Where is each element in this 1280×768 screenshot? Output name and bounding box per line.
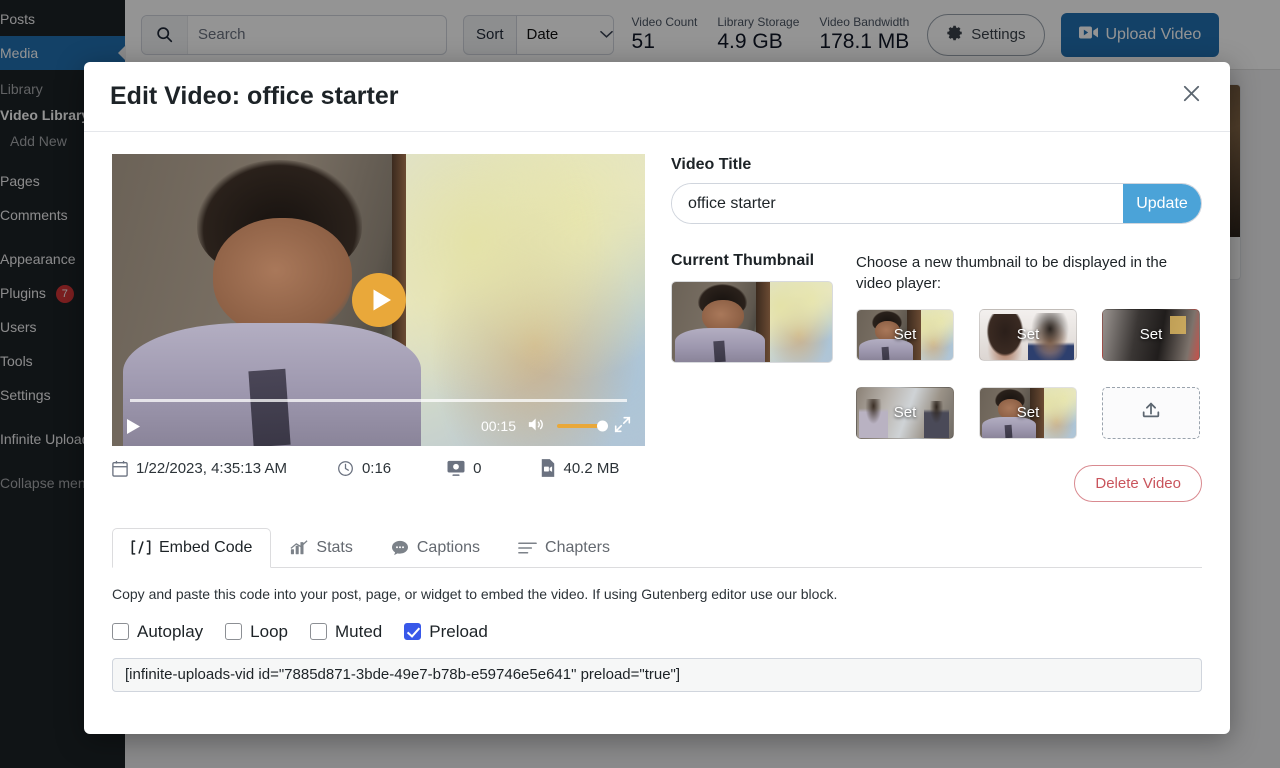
modal-header: Edit Video: office starter xyxy=(84,62,1230,132)
set-thumbnail-label: Set xyxy=(893,326,917,344)
video-date-value: 1/22/2023, 4:35:13 AM xyxy=(136,459,287,477)
play-circle-icon[interactable] xyxy=(351,273,406,327)
video-duration: 0:16 xyxy=(337,460,391,477)
autoplay-label: Autoplay xyxy=(137,621,204,641)
shortcode-field[interactable]: [infinite-uploads-vid id="7885d871-3bde-… xyxy=(112,657,1202,692)
muted-label: Muted xyxy=(335,621,383,641)
video-info-row: 1/22/2023, 4:35:13 AM 0:16 0 40.2 MB xyxy=(112,459,645,477)
page-title: Edit Video: office starter xyxy=(110,82,399,110)
thumbnail-option[interactable]: Set xyxy=(1102,308,1200,361)
code-icon xyxy=(131,540,151,555)
modal-body: 00:15 1/22/2023, 4:35:13 AM 0:16 0 40.2 … xyxy=(84,132,1230,734)
play-icon[interactable] xyxy=(126,418,141,435)
modal-tabs: Embed Code Stats Captions Chapters xyxy=(112,527,1202,568)
video-title-row: Update xyxy=(671,183,1202,224)
video-duration-value: 0:16 xyxy=(361,459,392,477)
muted-checkbox[interactable] xyxy=(310,623,327,641)
current-time: 00:15 xyxy=(480,418,516,434)
choose-thumbnail-column: Choose a new thumbnail to be displayed i… xyxy=(856,252,1202,439)
autoplay-checkbox[interactable] xyxy=(112,623,129,641)
thumbnail-section: Current Thumbnail Choose a new thumbnail… xyxy=(671,252,1202,439)
update-button[interactable]: Update xyxy=(1123,184,1201,223)
tab-stats[interactable]: Stats xyxy=(271,528,371,568)
file-video-icon xyxy=(540,459,556,477)
embed-options-row: Autoplay Loop Muted Preload xyxy=(112,622,1202,642)
set-thumbnail-label: Set xyxy=(1016,404,1040,422)
upload-icon xyxy=(1140,399,1162,426)
delete-row: Delete Video xyxy=(671,464,1202,502)
video-settings-column: Video Title Update Current Thumbnail xyxy=(671,154,1202,502)
tab-label: Stats xyxy=(316,538,353,556)
loop-checkbox[interactable] xyxy=(225,623,243,641)
tab-embed-code[interactable]: Embed Code xyxy=(112,527,272,568)
comment-icon xyxy=(391,540,409,556)
volume-slider-knob[interactable] xyxy=(597,420,608,432)
thumbnail-option[interactable]: Set xyxy=(856,386,954,439)
loop-label: Loop xyxy=(250,621,288,641)
close-icon[interactable] xyxy=(1176,82,1206,112)
clock-icon xyxy=(337,460,354,477)
set-thumbnail-label: Set xyxy=(893,404,917,422)
calendar-icon xyxy=(112,460,128,477)
video-date: 1/22/2023, 4:35:13 AM xyxy=(112,460,287,477)
tab-label: Captions xyxy=(416,538,481,556)
thumbnail-option[interactable]: Set xyxy=(856,308,954,361)
autoplay-checkbox-item[interactable]: Autoplay xyxy=(112,622,203,642)
tab-label: Chapters xyxy=(545,538,610,556)
video-title-input[interactable] xyxy=(672,184,1123,223)
progress-bar[interactable] xyxy=(130,399,627,402)
set-thumbnail-label: Set xyxy=(1139,326,1163,344)
shortcode-value: [infinite-uploads-vid id="7885d871-3bde-… xyxy=(125,666,681,684)
video-views: 0 xyxy=(447,459,482,477)
preload-checkbox[interactable] xyxy=(404,623,422,641)
tab-label: Embed Code xyxy=(159,538,253,556)
volume-high-icon[interactable] xyxy=(527,416,546,436)
video-filesize: 40.2 MB xyxy=(540,459,620,477)
list-icon xyxy=(518,541,537,555)
fullscreen-icon[interactable] xyxy=(614,416,631,436)
player-controls: 00:15 xyxy=(112,406,645,446)
tab-chapters[interactable]: Chapters xyxy=(499,528,629,568)
loop-checkbox-item[interactable]: Loop xyxy=(225,622,288,642)
thumbnail-option[interactable]: Set xyxy=(979,386,1077,439)
tab-captions[interactable]: Captions xyxy=(372,528,499,568)
current-thumbnail-image xyxy=(671,281,833,363)
preload-checkbox-item[interactable]: Preload xyxy=(404,622,488,642)
thumbnail-options-grid: Set Set Set Set Set xyxy=(856,308,1202,439)
set-thumbnail-label: Set xyxy=(1016,326,1040,344)
volume-slider[interactable] xyxy=(557,420,608,432)
upload-thumbnail-button[interactable] xyxy=(1102,386,1200,439)
video-filesize-value: 40.2 MB xyxy=(563,459,620,477)
muted-checkbox-item[interactable]: Muted xyxy=(310,622,382,642)
preload-label: Preload xyxy=(429,621,488,641)
video-player-column: 00:15 1/22/2023, 4:35:13 AM 0:16 0 40.2 … xyxy=(112,154,645,502)
video-views-value: 0 xyxy=(473,459,482,477)
delete-video-button[interactable]: Delete Video xyxy=(1074,464,1202,502)
current-thumbnail-label: Current Thumbnail xyxy=(671,252,815,269)
choose-thumbnail-text: Choose a new thumbnail to be displayed i… xyxy=(856,254,1168,293)
current-thumbnail-column: Current Thumbnail xyxy=(671,252,834,439)
video-player[interactable]: 00:15 xyxy=(112,154,645,446)
views-icon xyxy=(447,460,465,477)
embed-help-text: Copy and paste this code into your post,… xyxy=(112,585,838,602)
edit-video-modal: Edit Video: office starter 00:15 1/22/20… xyxy=(84,62,1230,734)
chart-icon xyxy=(290,540,308,555)
video-title-label: Video Title xyxy=(671,156,752,173)
thumbnail-option[interactable]: Set xyxy=(979,308,1077,361)
